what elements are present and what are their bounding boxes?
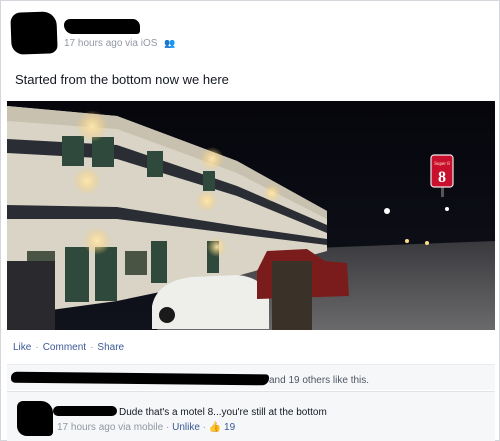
author-name-redacted[interactable] (64, 19, 140, 34)
comment-timestamp[interactable]: 17 hours ago via mobile (57, 422, 163, 433)
comment-link[interactable]: Comment (43, 342, 86, 353)
post-meta: 17 hours ago via iOS 👥 (64, 38, 176, 49)
sign-brand: Super 8 (434, 162, 450, 167)
comment-like-count[interactable]: 19 (224, 422, 235, 433)
separator: · (90, 342, 94, 353)
avatar-redacted[interactable] (10, 11, 58, 55)
like-link[interactable]: Like (13, 342, 31, 353)
separator: · (35, 342, 39, 353)
status-text: Started from the bottom now we here (15, 72, 229, 87)
commenter-name-redacted[interactable] (53, 406, 117, 416)
people-icon[interactable]: 👥 (164, 38, 175, 49)
feed-post: 17 hours ago via iOS 👥 Started from the … (0, 0, 500, 441)
post-photo[interactable]: Super 8 8 (7, 101, 495, 330)
likes-summary: and 19 others like this. (7, 364, 495, 390)
likes-count-text[interactable]: and 19 others like this. (269, 375, 369, 386)
separator: · (165, 422, 170, 433)
comment: Dude that's a motel 8...you're still at … (7, 391, 495, 441)
sign-number: 8 (438, 169, 446, 186)
share-link[interactable]: Share (97, 342, 124, 353)
unlike-link[interactable]: Unlike (172, 422, 200, 433)
motel-night-photo: Super 8 8 (7, 101, 495, 330)
commenter-avatar-redacted[interactable] (17, 401, 53, 436)
separator: · (202, 422, 207, 433)
post-timestamp[interactable]: 17 hours ago via iOS (64, 38, 157, 49)
post-actions: Like · Comment · Share (13, 342, 124, 353)
likers-redacted[interactable] (10, 371, 270, 386)
comment-meta: 17 hours ago via mobile · Unlike · 👍 19 (57, 422, 235, 433)
thumbs-up-icon[interactable]: 👍 (209, 422, 221, 433)
comment-text: Dude that's a motel 8...you're still at … (119, 407, 327, 418)
